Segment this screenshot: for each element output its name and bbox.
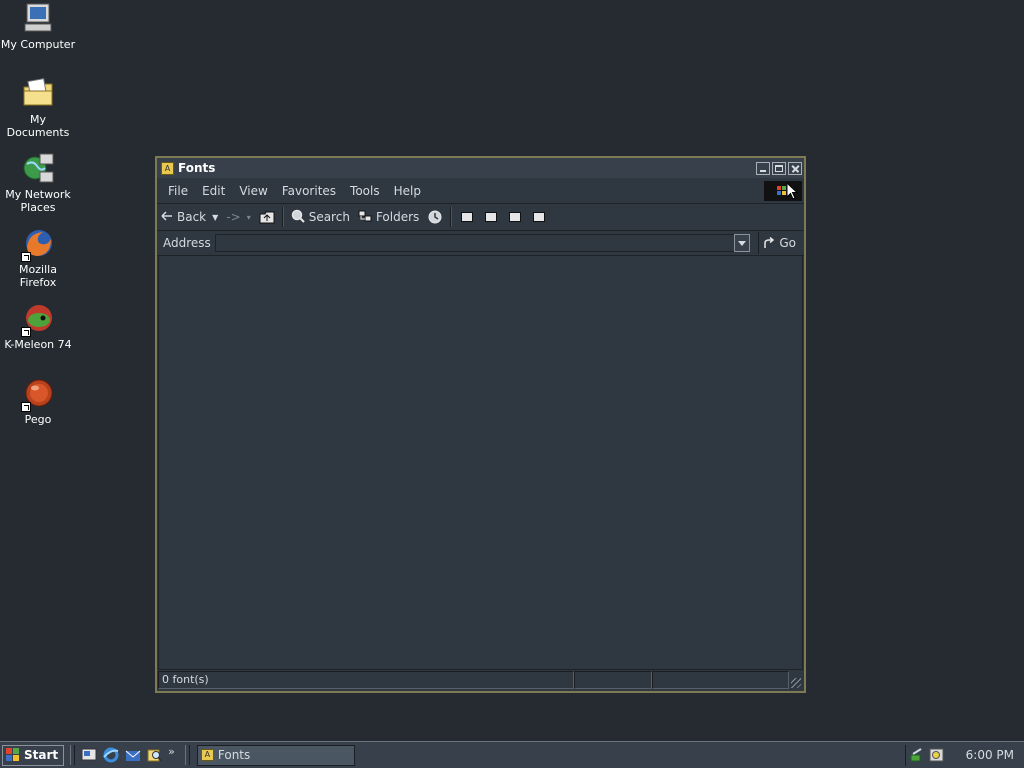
shortcut-arrow-icon bbox=[21, 252, 31, 262]
pego-icon bbox=[21, 377, 55, 412]
desktop-icon-firefox[interactable]: Mozilla Firefox bbox=[0, 227, 76, 289]
search-icon bbox=[291, 209, 305, 226]
taskbar: Start » A Fonts 6:00 PM bbox=[0, 741, 1024, 768]
back-label: Back bbox=[177, 210, 207, 224]
status-bar: 0 font(s) bbox=[158, 671, 803, 690]
menu-favorites[interactable]: Favorites bbox=[275, 184, 343, 198]
shortcut-arrow-icon bbox=[21, 327, 31, 337]
forward-dropdown-icon[interactable]: ▾ bbox=[247, 213, 251, 222]
address-bar: Address Go bbox=[157, 231, 804, 256]
network-places-icon bbox=[21, 152, 55, 186]
menu-help[interactable]: Help bbox=[387, 184, 428, 198]
folders-button[interactable]: Folders bbox=[354, 206, 423, 228]
menu-tools[interactable]: Tools bbox=[343, 184, 387, 198]
up-folder-icon bbox=[259, 211, 275, 223]
status-pane-3 bbox=[652, 671, 789, 689]
outlook-express-icon[interactable] bbox=[124, 746, 142, 764]
system-tray: 6:00 PM bbox=[904, 744, 1024, 766]
desktop-icon-label: K-Meleon 74 bbox=[4, 338, 72, 351]
menu-bar: File Edit View Favorites Tools Help bbox=[157, 179, 804, 204]
close-button[interactable] bbox=[788, 161, 802, 175]
back-button[interactable]: Back ▼ bbox=[157, 206, 222, 228]
toolbar-separator bbox=[281, 207, 284, 227]
back-dropdown-icon[interactable]: ▼ bbox=[212, 213, 218, 222]
status-pane-2 bbox=[574, 671, 652, 689]
go-arrow-icon bbox=[764, 237, 775, 248]
desktop-icon-my-computer[interactable]: My Computer bbox=[0, 2, 76, 51]
windows-logo-icon bbox=[777, 186, 787, 196]
my-documents-icon bbox=[21, 77, 55, 111]
forward-arrow-icon: -> bbox=[226, 210, 241, 224]
my-computer-icon bbox=[21, 2, 55, 36]
similarity-view-icon[interactable] bbox=[509, 212, 522, 222]
desktop-icon-pego[interactable]: Pego bbox=[0, 377, 76, 426]
title-bar[interactable]: A Fonts bbox=[157, 158, 804, 178]
minimize-button[interactable] bbox=[756, 161, 770, 175]
search-label: Search bbox=[308, 210, 350, 224]
forward-button[interactable]: -> ▾ bbox=[222, 206, 254, 228]
taskbar-button-fonts[interactable]: A Fonts bbox=[196, 744, 355, 766]
desktop-icon-my-documents[interactable]: My Documents bbox=[0, 77, 76, 139]
list-view-icon[interactable] bbox=[485, 212, 498, 222]
desktop-icon-k-meleon[interactable]: K-Meleon 74 bbox=[0, 302, 76, 351]
desktop-icon-network-places[interactable]: My Network Places bbox=[0, 152, 76, 214]
status-text: 0 font(s) bbox=[158, 671, 574, 689]
k-meleon-icon bbox=[21, 302, 55, 337]
file-list-area[interactable] bbox=[158, 255, 803, 670]
up-folder-button[interactable] bbox=[255, 206, 279, 228]
desktop-icon-label: My Documents bbox=[6, 113, 70, 139]
tasks-grip[interactable] bbox=[184, 745, 190, 765]
quick-launch-grip[interactable] bbox=[70, 745, 76, 765]
search-quicklaunch-icon[interactable] bbox=[146, 746, 164, 764]
clock[interactable]: 6:00 PM bbox=[966, 748, 1014, 762]
firefox-icon bbox=[21, 227, 55, 262]
fonts-folder-icon: A bbox=[200, 749, 214, 761]
details-view-icon[interactable] bbox=[533, 212, 546, 222]
volume-tray-icon[interactable] bbox=[929, 747, 945, 763]
resize-grip[interactable] bbox=[789, 671, 803, 690]
window-title: Fonts bbox=[178, 161, 216, 175]
maximize-button[interactable] bbox=[772, 161, 786, 175]
windows-logo-icon bbox=[6, 748, 20, 762]
search-button[interactable]: Search bbox=[287, 206, 354, 228]
address-input[interactable] bbox=[214, 234, 735, 252]
internet-explorer-icon[interactable] bbox=[102, 746, 120, 764]
taskbar-button-label: Fonts bbox=[217, 748, 251, 762]
network-tray-icon[interactable] bbox=[910, 747, 926, 763]
quick-launch-overflow-icon[interactable]: » bbox=[168, 745, 175, 758]
standard-toolbar: Back ▼ -> ▾ Search Folders bbox=[157, 204, 804, 231]
history-button[interactable] bbox=[423, 206, 447, 228]
fonts-folder-icon: A bbox=[161, 161, 174, 175]
menu-view[interactable]: View bbox=[232, 184, 274, 198]
menu-edit[interactable]: Edit bbox=[195, 184, 232, 198]
back-arrow-icon bbox=[161, 210, 173, 224]
show-desktop-icon[interactable] bbox=[80, 746, 98, 764]
history-icon bbox=[428, 210, 442, 224]
fonts-window[interactable]: A Fonts File Edit View Favorites Tools H… bbox=[155, 156, 806, 693]
go-label: Go bbox=[779, 236, 796, 250]
toolbar-separator bbox=[450, 207, 453, 227]
desktop-icon-label: My Network Places bbox=[5, 188, 71, 214]
folders-label: Folders bbox=[375, 210, 420, 224]
large-icons-view-icon[interactable] bbox=[461, 212, 474, 222]
address-dropdown-icon[interactable] bbox=[734, 234, 751, 252]
shortcut-arrow-icon bbox=[21, 402, 31, 412]
start-button[interactable]: Start bbox=[2, 744, 65, 766]
go-button[interactable]: Go bbox=[758, 232, 804, 254]
desktop-icon-label: Pego bbox=[24, 413, 52, 426]
desktop-icon-label: My Computer bbox=[0, 38, 76, 51]
address-label: Address bbox=[163, 236, 211, 250]
menu-file[interactable]: File bbox=[161, 184, 195, 198]
desktop-icon-label: Mozilla Firefox bbox=[19, 263, 57, 289]
folders-icon bbox=[358, 210, 372, 225]
start-label: Start bbox=[24, 748, 59, 762]
